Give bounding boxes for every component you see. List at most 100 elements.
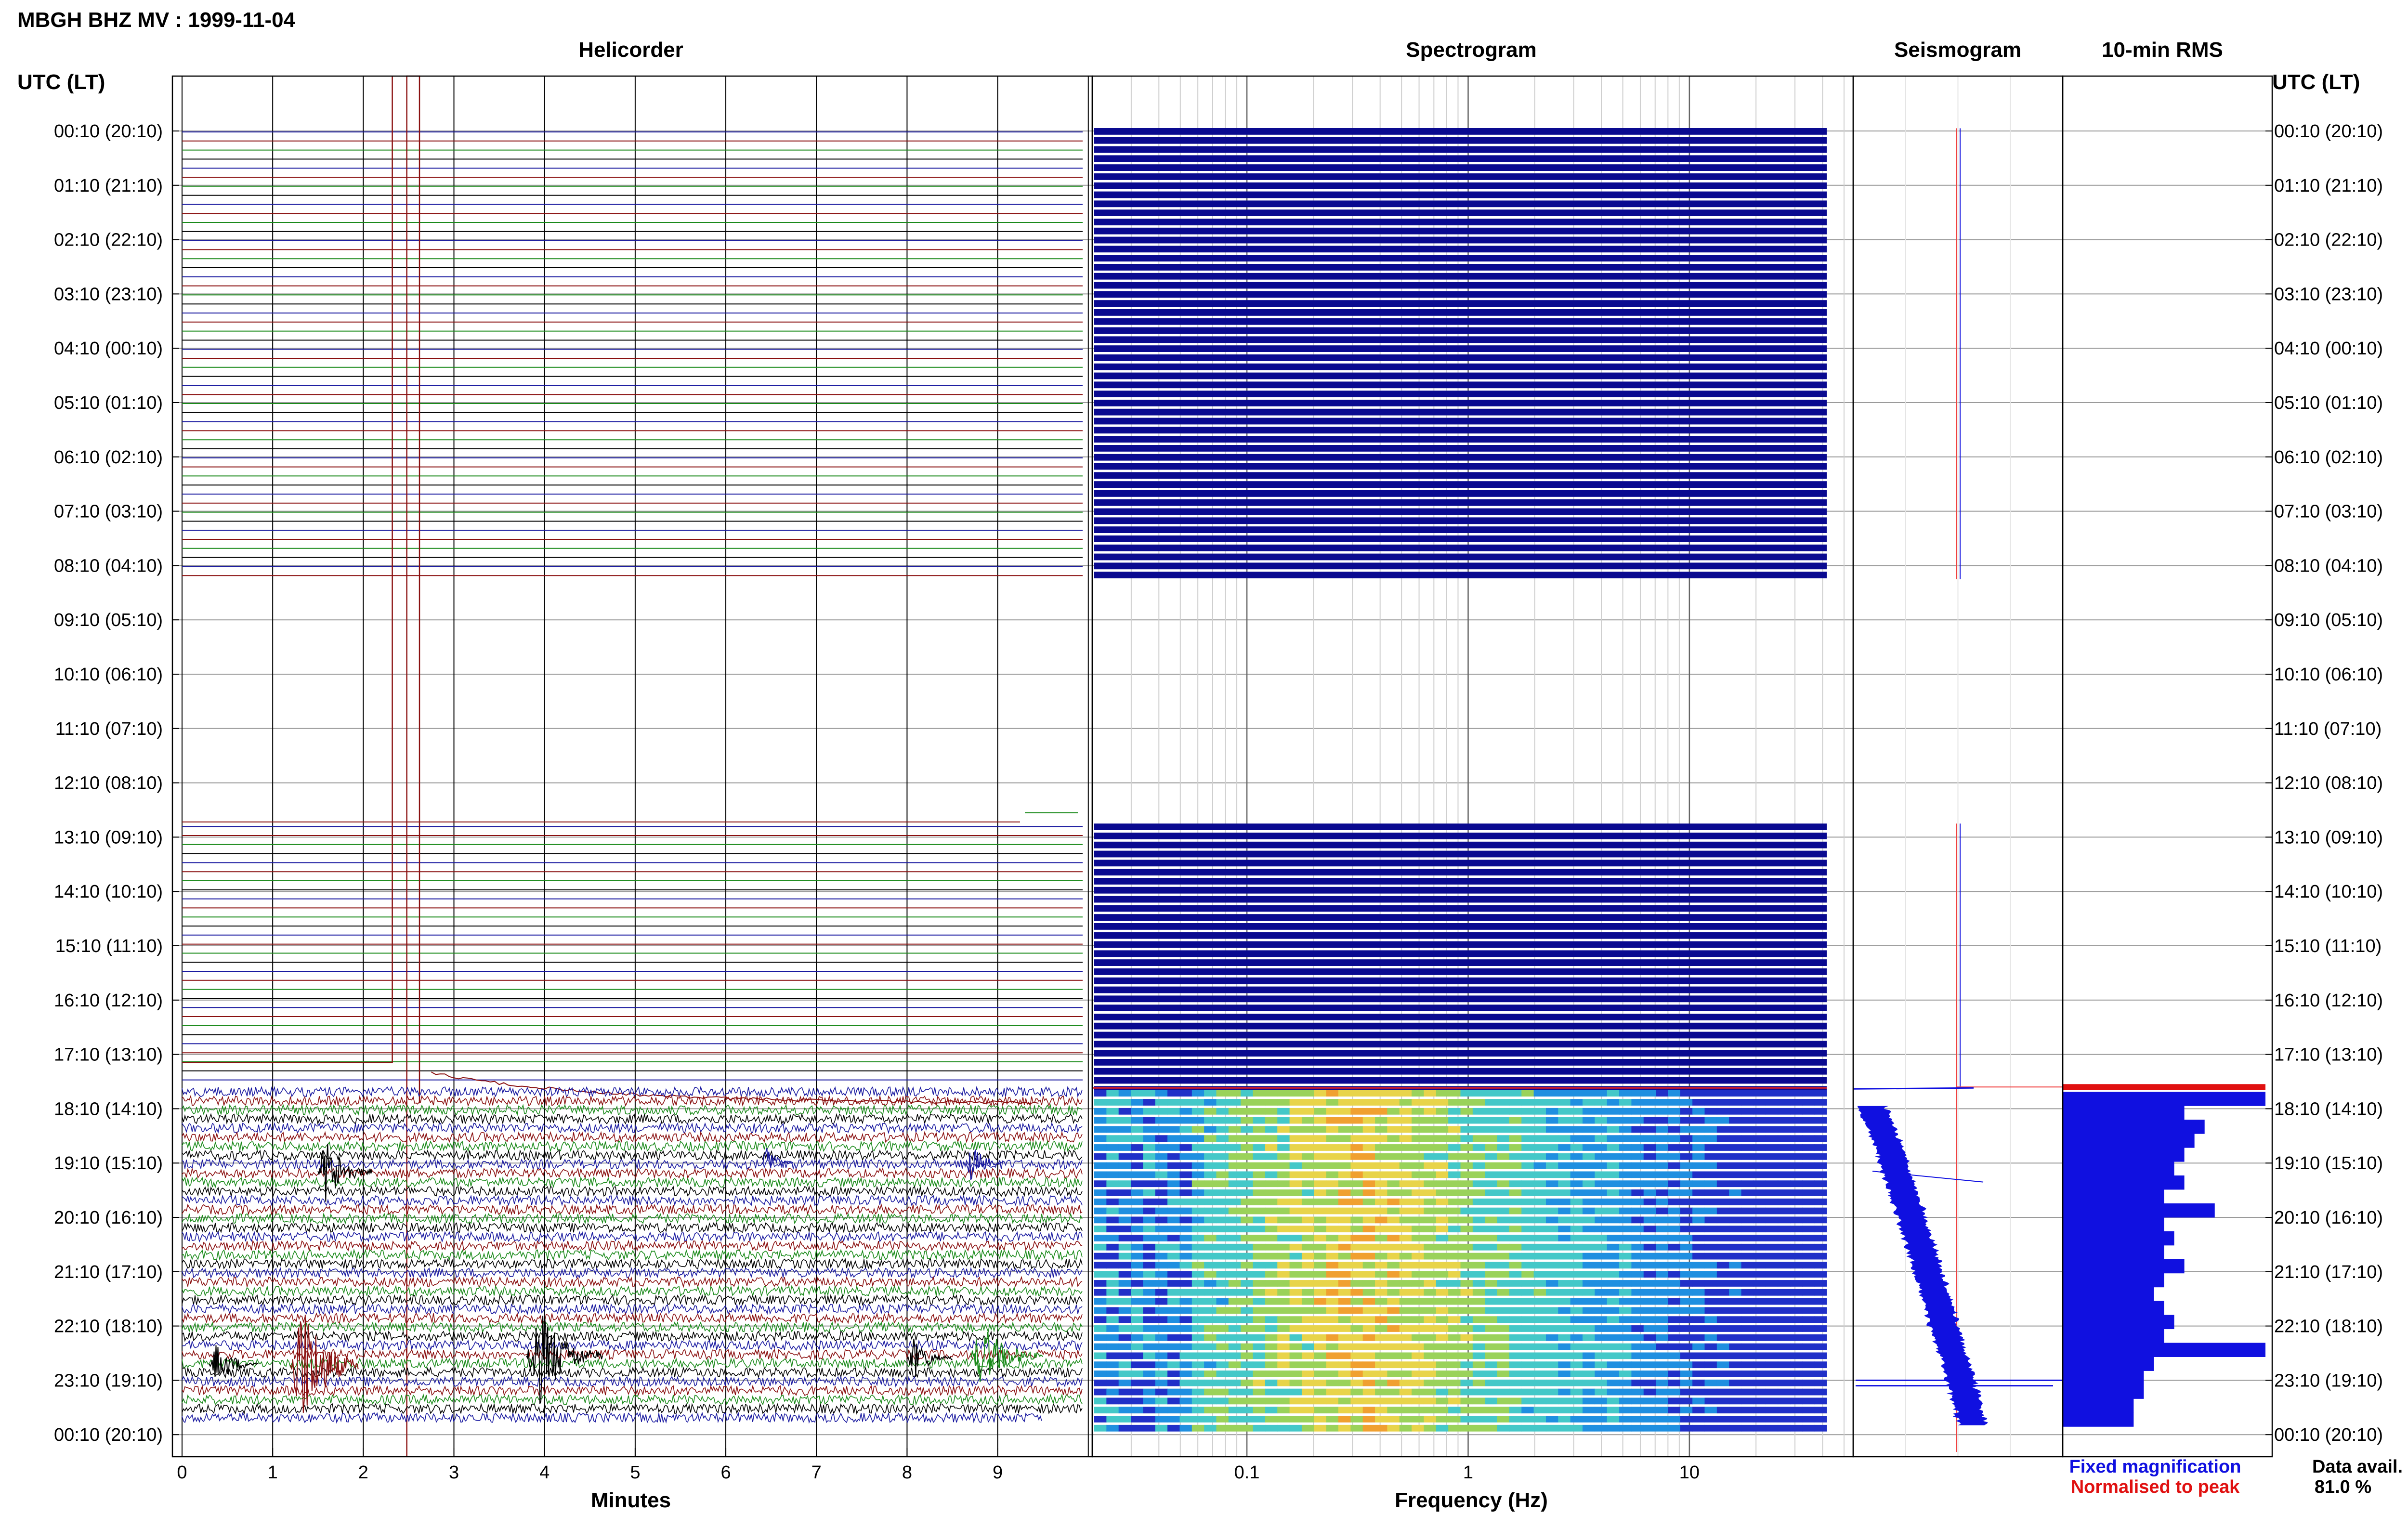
spectrogram-cell (1277, 1280, 1290, 1287)
spectrogram-cell (1619, 1407, 1632, 1414)
spectrogram-cell (1583, 1271, 1595, 1278)
spectrogram-cell (1778, 1334, 1791, 1341)
time-label-right: 17:10 (13:10) (2274, 1045, 2383, 1065)
spectrogram-cell (1790, 1144, 1803, 1151)
spectrogram-cell (1216, 1126, 1229, 1133)
spectrogram-cell (1155, 1117, 1168, 1124)
spectrogram-cell (1448, 1144, 1461, 1151)
spectrogram-cell (1692, 1388, 1705, 1396)
spectrogram-cell (1692, 1271, 1705, 1278)
spectrogram-cell (1485, 1090, 1498, 1097)
spectrogram-cell (1643, 1343, 1656, 1350)
spectrogram-row-empty (1094, 544, 1827, 551)
spectrogram-cell (1814, 1153, 1827, 1160)
spectrogram-cell (1741, 1235, 1754, 1241)
spectrogram-cell (1436, 1144, 1449, 1151)
spectrogram-cell (1619, 1397, 1632, 1405)
spectrogram-cell (1326, 1189, 1339, 1196)
spectrogram-cell (1741, 1243, 1754, 1251)
spectrogram-cell (1704, 1162, 1717, 1169)
spectrogram-cell (1692, 1334, 1705, 1341)
spectrogram-cell (1716, 1397, 1729, 1405)
spectrogram-cell (1131, 1243, 1143, 1251)
spectrogram-cell (1583, 1334, 1595, 1341)
spectrogram-cell (1155, 1289, 1168, 1296)
spectrogram-cell (1191, 1397, 1204, 1405)
spectrogram-cell (1692, 1361, 1705, 1369)
spectrogram-cell (1191, 1117, 1204, 1124)
spectrogram-cell (1448, 1099, 1461, 1106)
spectrogram-cell (1387, 1334, 1400, 1341)
spectrogram-cell (1387, 1352, 1400, 1359)
spectrogram-cell (1338, 1126, 1351, 1133)
spectrogram-cell (1497, 1253, 1510, 1260)
spectrogram-cell (1680, 1343, 1693, 1350)
spectrogram-cell (1570, 1280, 1583, 1287)
time-label-left: 19:10 (15:10) (54, 1153, 163, 1174)
spectrogram-cell (1362, 1171, 1375, 1178)
spectrogram-cell (1716, 1388, 1729, 1396)
spectrogram-cell (1643, 1316, 1656, 1323)
spectrogram-cell (1131, 1280, 1143, 1287)
spectrogram-cell (1692, 1325, 1705, 1332)
time-label-left: 14:10 (10:10) (54, 882, 163, 902)
spectrogram-cell (1741, 1144, 1754, 1151)
spectrogram-cell (1424, 1180, 1437, 1188)
spectrogram-cell (1155, 1343, 1168, 1350)
spectrogram-cell (1814, 1334, 1827, 1341)
spectrogram-cell (1802, 1407, 1815, 1414)
spectrogram-cell (1228, 1407, 1241, 1414)
spectrogram-cell (1204, 1407, 1217, 1414)
spectrogram-cell (1289, 1189, 1302, 1196)
spectrogram-cell (1277, 1180, 1290, 1188)
spectrogram-cell (1558, 1280, 1571, 1287)
spectrogram-cell (1191, 1262, 1204, 1269)
spectrogram-cell (1338, 1153, 1351, 1160)
spectrogram-cell (1301, 1334, 1314, 1341)
spectrogram-cell (1399, 1289, 1412, 1296)
spectrogram-cell (1155, 1207, 1168, 1214)
spectrogram-cell (1362, 1162, 1375, 1169)
spectrogram-cell (1399, 1189, 1412, 1196)
spectrogram-cell (1106, 1108, 1119, 1115)
spectrogram-cell (1204, 1207, 1217, 1214)
spectrogram-cell (1619, 1280, 1632, 1287)
spectrogram-cell (1375, 1325, 1387, 1332)
spectrogram-cell (1766, 1280, 1779, 1287)
spectrogram-cell (1545, 1352, 1558, 1359)
spectrogram-cell (1545, 1307, 1558, 1314)
time-label-left: 09:10 (05:10) (54, 610, 163, 630)
spectrogram-cell (1362, 1424, 1375, 1432)
spectrogram-cell (1253, 1280, 1266, 1287)
spectrogram-cell (1326, 1271, 1339, 1278)
spectrogram-cell (1228, 1271, 1241, 1278)
spectrogram-cell (1607, 1144, 1620, 1151)
spectrogram-cell (1643, 1153, 1656, 1160)
spectrogram-cell (1106, 1090, 1119, 1097)
spectrogram-cell (1643, 1397, 1656, 1405)
spectrogram-cell (1314, 1243, 1327, 1251)
spectrogram-cell (1692, 1198, 1705, 1205)
spectrogram-row-empty (1094, 309, 1827, 316)
spectrogram-cell (1643, 1280, 1656, 1287)
spectrogram-cell (1558, 1099, 1571, 1106)
spectrogram-cell (1643, 1162, 1656, 1169)
spectrogram-cell (1521, 1416, 1534, 1423)
spectrogram-cell (1668, 1262, 1681, 1269)
spectrogram-cell (1595, 1343, 1608, 1350)
spectrogram-cell (1362, 1262, 1375, 1269)
spectrogram-cell (1289, 1180, 1302, 1188)
spectrogram-cell (1399, 1207, 1412, 1214)
spectrogram-cell (1362, 1153, 1375, 1160)
spectrogram-cell (1716, 1361, 1729, 1369)
spectrogram-cell (1375, 1226, 1387, 1233)
spectrogram-cell (1570, 1198, 1583, 1205)
spectrogram-cell (1778, 1325, 1791, 1332)
spectrogram-cell (1191, 1189, 1204, 1196)
spectrogram-cell (1106, 1162, 1119, 1169)
spectrogram-cell (1350, 1253, 1363, 1260)
helicorder-xlabel: Minutes (591, 1488, 671, 1512)
spectrogram-cell (1778, 1316, 1791, 1323)
spectrogram-cell (1472, 1099, 1485, 1106)
spectrogram-cell (1253, 1379, 1266, 1386)
